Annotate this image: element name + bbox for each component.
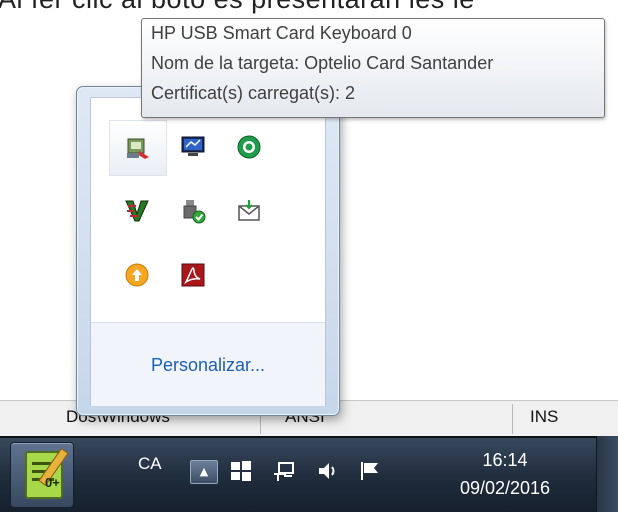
- tooltip-certificates: Certificat(s) carregat(s): 2: [151, 83, 356, 103]
- clock-date: 09/02/2016: [459, 478, 551, 498]
- tray-icon-slot-1[interactable]: [109, 120, 167, 176]
- show-hidden-icons-button[interactable]: ▲: [190, 460, 218, 484]
- tray-icon-slot-4[interactable]: [109, 184, 165, 238]
- volume-icon[interactable]: [316, 460, 340, 488]
- popup-footer: Personalizar...: [91, 322, 325, 406]
- show-desktop-button[interactable]: [596, 436, 618, 512]
- notification-overflow-popup: Personalizar...: [76, 86, 340, 416]
- status-insert-mode: INS: [530, 407, 559, 426]
- status-separator: [512, 404, 513, 434]
- green-circle-app-icon: [237, 135, 261, 159]
- clock-time: 16:14: [482, 450, 528, 470]
- input-language-indicator[interactable]: CA: [138, 454, 162, 474]
- customize-link[interactable]: Personalizar...: [91, 355, 325, 376]
- tray-icon-slot-6[interactable]: [221, 184, 277, 238]
- smart-card-tooltip: HP USB Smart Card Keyboard 0 Nom de la t…: [141, 18, 605, 118]
- tray-icon-slot-3[interactable]: [221, 120, 277, 174]
- hidden-tray-icons: [91, 98, 325, 322]
- v-logo-app-icon: [125, 200, 149, 222]
- system-clock[interactable]: 16:14 09/02/2016: [440, 446, 570, 502]
- update-arrow-icon: [125, 263, 149, 287]
- tooltip-card-name: Nom de la targeta: Optelio Card Santande…: [151, 53, 494, 73]
- tooltip-device-name: HP USB Smart Card Keyboard 0: [151, 23, 412, 43]
- usb-safely-remove-icon: [183, 200, 206, 224]
- popup-panel: Personalizar...: [90, 97, 326, 406]
- notepad-plus-plus-icon: 0+: [25, 448, 69, 499]
- tray-icon-slot-7[interactable]: [109, 248, 165, 302]
- network-monitor-icon: [181, 136, 205, 156]
- tray-icon-slot-2[interactable]: [165, 120, 221, 174]
- chevron-up-icon: ▲: [199, 465, 209, 478]
- notepad-icon-label: 0+: [45, 475, 60, 490]
- tray-icon-slot-5[interactable]: [165, 184, 221, 238]
- windows-flag-icon[interactable]: [230, 460, 252, 488]
- notepad-plus-plus-taskbar-button[interactable]: 0+: [10, 442, 74, 508]
- mail-envelope-icon: [238, 200, 260, 221]
- document-text: Al fer clic al botó es presentaran les l…: [0, 0, 475, 15]
- tray-icon-slot-8[interactable]: [165, 248, 221, 302]
- action-center-flag-icon[interactable]: [358, 460, 382, 488]
- network-icon[interactable]: [272, 460, 296, 488]
- taskbar-edge: [0, 436, 618, 438]
- smart-card-reader-icon: [127, 138, 149, 159]
- adobe-acrobat-icon: [181, 263, 205, 287]
- taskbar: 0+ CA ▲ 16:14 09/02/2016: [0, 436, 618, 512]
